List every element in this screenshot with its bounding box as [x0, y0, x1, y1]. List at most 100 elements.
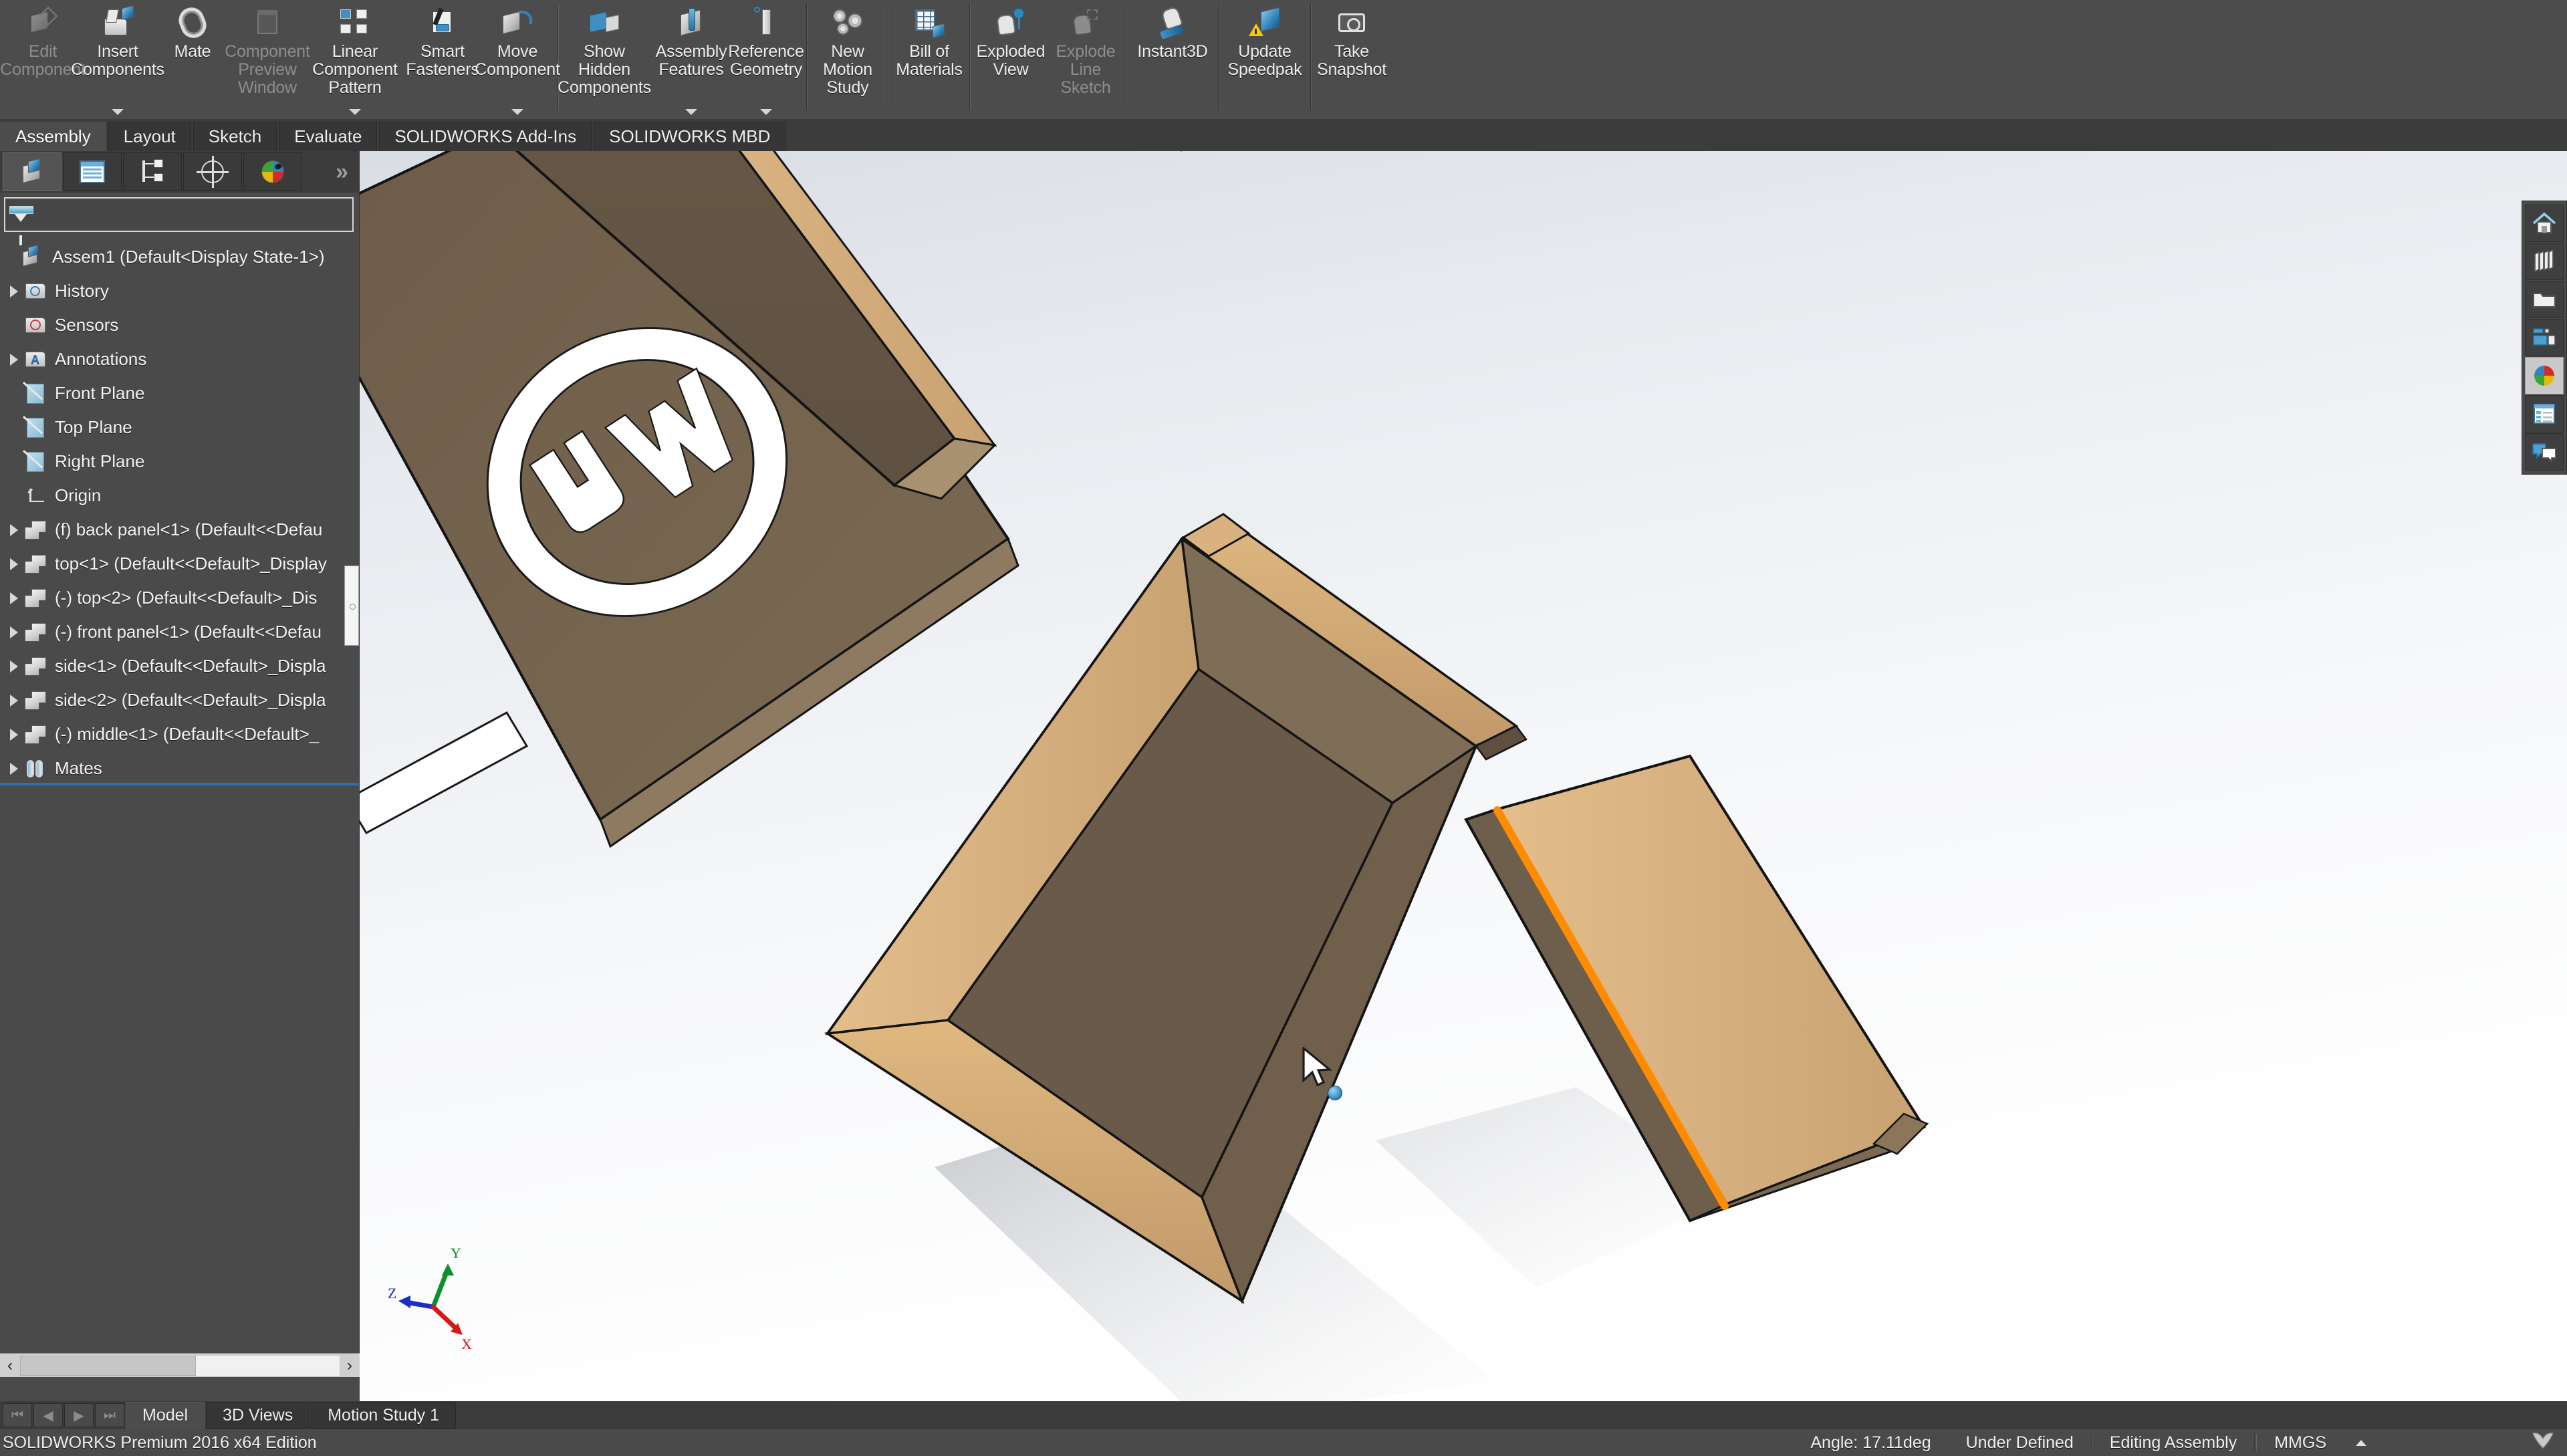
tree-item-label: Origin	[55, 485, 101, 506]
tree-expander[interactable]	[5, 354, 23, 366]
tree-item-top-1[interactable]: top<1> (Default<<Default>_Display	[0, 547, 359, 581]
ribbon-button-new-motion-study[interactable]: NewMotionStudy	[810, 0, 885, 119]
tab-sketch[interactable]: Sketch	[193, 122, 277, 151]
next-tab-icon[interactable]: ▶	[64, 1403, 94, 1427]
custom-properties-icon[interactable]	[2525, 395, 2564, 433]
tab-display-manager[interactable]	[243, 152, 302, 191]
first-tab-icon[interactable]: ⏮	[3, 1403, 32, 1427]
tree-item-right-plane[interactable]: Right Plane	[0, 445, 359, 479]
feature-tree-horizontal-scrollbar[interactable]: ‹ ›	[0, 1353, 360, 1377]
tree-item-side-2[interactable]: side<2> (Default<<Default>_Displa	[0, 683, 359, 717]
chevron-down-icon[interactable]	[511, 109, 523, 115]
ribbon-button-insert-components[interactable]: InsertComponents	[80, 0, 155, 119]
feature-tree-filter[interactable]	[4, 197, 354, 232]
chevron-up-icon[interactable]	[2356, 1440, 2366, 1446]
tree-expander[interactable]	[5, 592, 23, 604]
graphics-viewport[interactable]: A	[360, 151, 2567, 1411]
status-units[interactable]: MMGS	[2257, 1433, 2344, 1453]
tree-item-origin[interactable]: Origin	[0, 479, 359, 513]
tree-item-history[interactable]: History	[0, 274, 359, 308]
file-explorer-icon[interactable]	[2525, 281, 2564, 318]
chevron-down-icon[interactable]	[685, 109, 697, 115]
solidworks-resources-icon[interactable]	[2525, 205, 2564, 242]
appearances-scenes-decals-icon[interactable]	[2525, 357, 2564, 394]
chevron-down-icon[interactable]	[349, 109, 361, 115]
scroll-track[interactable]	[20, 1356, 340, 1376]
ribbon-button-mate[interactable]: Mate	[155, 0, 230, 119]
tree-item-back-panel[interactable]: (f) back panel<1> (Default<<Defau	[0, 513, 359, 547]
solidworks-forum-icon[interactable]	[2525, 433, 2564, 471]
ribbon-button-component-preview-window[interactable]: ComponentPreviewWindow	[230, 0, 305, 119]
feature-tree-vertical-scrollbar[interactable]	[344, 566, 359, 646]
chevron-down-icon[interactable]	[112, 109, 124, 115]
tree-expander[interactable]	[5, 763, 23, 775]
tree-expander[interactable]	[5, 524, 23, 536]
scroll-left-icon[interactable]: ‹	[0, 1356, 20, 1375]
ribbon-button-reference-geometry[interactable]: ReferenceGeometry	[729, 0, 804, 119]
ribbon-button-smart-fasteners[interactable]: SmartFasteners	[405, 0, 480, 119]
tab-solidworks-mbd[interactable]: SOLIDWORKS MBD	[594, 122, 785, 151]
tree-expander[interactable]	[5, 729, 23, 741]
bottom-tab-model[interactable]: Model	[126, 1402, 205, 1429]
manager-tabs-overflow-button[interactable]: »	[336, 159, 348, 185]
ribbon-button-take-snapshot[interactable]: TakeSnapshot	[1314, 0, 1389, 119]
tab-layout[interactable]: Layout	[108, 122, 191, 151]
scroll-thumb[interactable]	[20, 1356, 196, 1376]
zoom-to-fit-icon[interactable]	[1177, 151, 1210, 155]
tree-expander[interactable]	[5, 660, 23, 673]
hide-show-items-icon[interactable]	[1432, 151, 1465, 155]
design-library-icon[interactable]	[2525, 243, 2564, 280]
last-tab-icon[interactable]: ⏭	[95, 1403, 124, 1427]
view-settings-icon[interactable]	[1582, 151, 1615, 155]
previous-tab-icon[interactable]: ◀	[33, 1403, 63, 1427]
edit-appearance-icon[interactable]	[1487, 151, 1520, 155]
view-palette-icon[interactable]	[2525, 319, 2564, 356]
tree-item-label: Annotations	[55, 349, 146, 370]
section-view-icon[interactable]	[1297, 151, 1330, 155]
view-orientation-icon[interactable]: A	[1337, 151, 1370, 155]
tree-item-side-1[interactable]: side<1> (Default<<Default>_Displa	[0, 649, 359, 683]
tab-solidworks-add-ins[interactable]: SOLIDWORKS Add-Ins	[379, 122, 592, 151]
tree-expander[interactable]	[5, 626, 23, 638]
ribbon-button-update-speedpak[interactable]: UpdateSpeedpak	[1222, 0, 1308, 119]
tree-item-assem1[interactable]: Assem1 (Default<Display State-1>)	[0, 240, 359, 274]
scroll-right-icon[interactable]: ›	[340, 1356, 360, 1375]
ribbon-button-move-component[interactable]: MoveComponent	[480, 0, 555, 119]
tree-item-mates[interactable]: Mates	[0, 751, 359, 785]
ribbon-button-edit-component[interactable]: EditComponent	[5, 0, 80, 119]
display-style-icon[interactable]	[1377, 151, 1411, 155]
ribbon-button-exploded-view[interactable]: ExplodedView	[973, 0, 1048, 119]
chevron-down-icon[interactable]	[760, 109, 772, 115]
tree-item-top-2[interactable]: (-) top<2> (Default<<Default>_Dis	[0, 581, 359, 615]
tree-item-sensors[interactable]: Sensors	[0, 308, 359, 342]
zoom-to-area-icon[interactable]	[1217, 151, 1250, 155]
ribbon-button-explode-line-sketch[interactable]: ExplodeLineSketch	[1048, 0, 1123, 119]
assembly-model-3d[interactable]	[360, 151, 2567, 1411]
tab-configuration-manager[interactable]	[123, 152, 182, 191]
ribbon-button-bill-of-materials[interactable]: Bill ofMaterials	[892, 0, 967, 119]
tree-item-annotations[interactable]: A Annotations	[0, 342, 359, 376]
tree-item-top-plane[interactable]: Top Plane	[0, 410, 359, 445]
ribbon-button-instant3d[interactable]: Instant3D	[1130, 0, 1215, 119]
tree-item-front-plane[interactable]: Front Plane	[0, 376, 359, 410]
tab-dimxpert-manager[interactable]	[183, 152, 242, 191]
viewport-layout-icon[interactable]	[1636, 151, 1670, 155]
ribbon-button-assembly-features[interactable]: AssemblyFeatures	[654, 0, 729, 119]
tab-evaluate[interactable]: Evaluate	[279, 122, 377, 151]
ribbon-button-linear-component-pattern[interactable]: Linear ComponentPattern	[305, 0, 405, 119]
tree-expander[interactable]	[5, 558, 23, 570]
tree-item-front-panel[interactable]: (-) front panel<1> (Default<<Defau	[0, 615, 359, 649]
bottom-tab-motion-study-1[interactable]: Motion Study 1	[311, 1402, 456, 1429]
previous-view-icon[interactable]	[1257, 151, 1290, 155]
apply-scene-icon[interactable]	[1542, 151, 1575, 155]
tree-expander[interactable]	[5, 695, 23, 707]
tab-property-manager[interactable]	[63, 152, 122, 191]
bottom-tab-3d-views[interactable]: 3D Views	[206, 1402, 310, 1429]
tab-assembly[interactable]: Assembly	[0, 122, 106, 151]
feature-tree-filter-input[interactable]	[32, 205, 352, 225]
tree-item-middle-1[interactable]: (-) middle<1> (Default<<Default>_	[0, 717, 359, 751]
tab-feature-manager-design-tree[interactable]	[3, 152, 62, 191]
tree-expander[interactable]	[5, 285, 23, 297]
ribbon-button-show-hidden-components[interactable]: ShowHiddenComponents	[562, 0, 647, 119]
cabinet-tray-assembly[interactable]	[828, 514, 1526, 1301]
